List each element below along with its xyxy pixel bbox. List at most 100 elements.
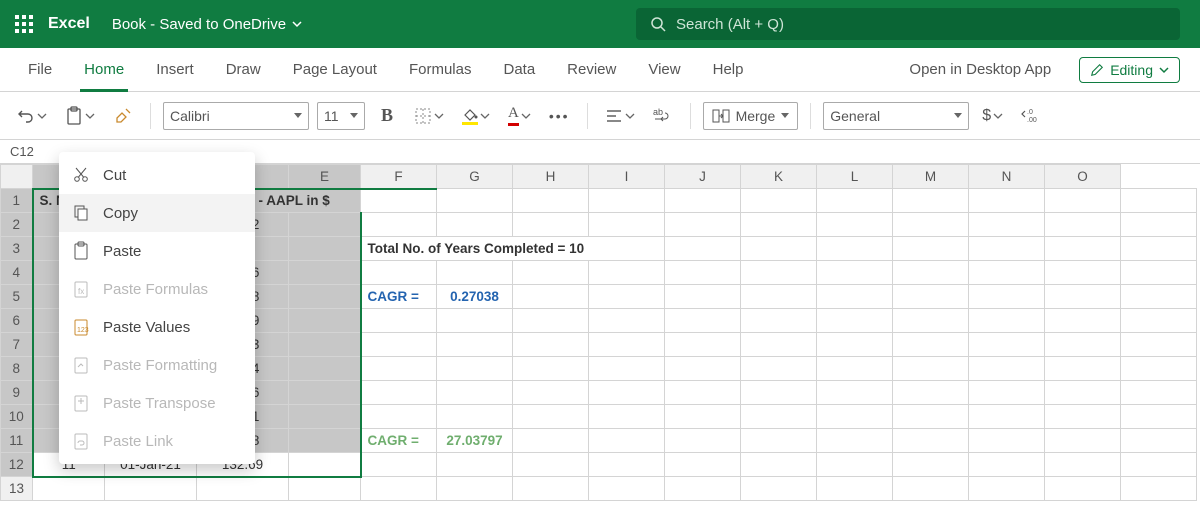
tab-data[interactable]: Data bbox=[487, 48, 551, 92]
format-painter-button[interactable] bbox=[108, 100, 138, 132]
cell[interactable] bbox=[589, 429, 665, 453]
cell[interactable] bbox=[589, 405, 665, 429]
cell[interactable] bbox=[289, 453, 361, 477]
cell[interactable] bbox=[1045, 285, 1121, 309]
cell[interactable] bbox=[741, 357, 817, 381]
open-in-desktop-app[interactable]: Open in Desktop App bbox=[893, 61, 1067, 78]
cell[interactable] bbox=[361, 333, 437, 357]
cell[interactable] bbox=[437, 189, 513, 213]
row-header[interactable]: 2 bbox=[1, 213, 33, 237]
cell[interactable] bbox=[513, 477, 589, 501]
cell[interactable] bbox=[1121, 285, 1197, 309]
cell[interactable] bbox=[289, 381, 361, 405]
cell[interactable] bbox=[437, 453, 513, 477]
cell[interactable] bbox=[589, 213, 665, 237]
tab-home[interactable]: Home bbox=[68, 48, 140, 92]
cell[interactable] bbox=[437, 213, 513, 237]
cell[interactable] bbox=[589, 381, 665, 405]
cell[interactable] bbox=[589, 309, 665, 333]
cell[interactable] bbox=[289, 213, 361, 237]
menu-paste-link[interactable]: Paste Link bbox=[59, 422, 255, 460]
cell[interactable] bbox=[741, 261, 817, 285]
number-format-select[interactable]: General bbox=[823, 102, 969, 130]
cell[interactable] bbox=[289, 429, 361, 453]
col-header[interactable]: J bbox=[665, 165, 741, 189]
select-all[interactable] bbox=[1, 165, 33, 189]
app-launcher[interactable] bbox=[0, 0, 48, 48]
cell[interactable] bbox=[969, 261, 1045, 285]
namebox[interactable]: C12 bbox=[4, 144, 40, 159]
cell[interactable] bbox=[893, 189, 969, 213]
cell[interactable] bbox=[969, 429, 1045, 453]
menu-paste-formatting[interactable]: Paste Formatting bbox=[59, 346, 255, 384]
cell[interactable] bbox=[361, 453, 437, 477]
col-header[interactable]: H bbox=[513, 165, 589, 189]
cell[interactable] bbox=[741, 309, 817, 333]
cell[interactable] bbox=[1045, 213, 1121, 237]
cell[interactable] bbox=[893, 237, 969, 261]
cell[interactable] bbox=[1121, 189, 1197, 213]
cell[interactable] bbox=[665, 309, 741, 333]
tab-file[interactable]: File bbox=[12, 48, 68, 92]
cell[interactable] bbox=[893, 333, 969, 357]
fill-color-button[interactable] bbox=[457, 100, 495, 132]
cell[interactable] bbox=[817, 405, 893, 429]
cell[interactable] bbox=[1045, 357, 1121, 381]
tab-page-layout[interactable]: Page Layout bbox=[277, 48, 393, 92]
cell[interactable] bbox=[969, 309, 1045, 333]
cell[interactable] bbox=[289, 405, 361, 429]
cell[interactable] bbox=[741, 333, 817, 357]
cell[interactable] bbox=[361, 357, 437, 381]
cell[interactable] bbox=[1045, 333, 1121, 357]
search-input[interactable] bbox=[676, 16, 1166, 33]
cell[interactable] bbox=[969, 237, 1045, 261]
col-header[interactable]: E bbox=[289, 165, 361, 189]
cell[interactable] bbox=[969, 477, 1045, 501]
tab-view[interactable]: View bbox=[632, 48, 696, 92]
cell[interactable] bbox=[437, 381, 513, 405]
cell[interactable] bbox=[1121, 429, 1197, 453]
bold-button[interactable]: B bbox=[373, 100, 401, 132]
cell[interactable] bbox=[361, 213, 437, 237]
cell[interactable] bbox=[289, 477, 361, 501]
cell[interactable] bbox=[1045, 453, 1121, 477]
cell[interactable] bbox=[817, 213, 893, 237]
cell[interactable] bbox=[437, 405, 513, 429]
cell[interactable] bbox=[665, 429, 741, 453]
cell[interactable]: CAGR = bbox=[361, 285, 437, 309]
cell[interactable]: 0.27038 bbox=[437, 285, 513, 309]
cell[interactable] bbox=[817, 357, 893, 381]
cell[interactable] bbox=[741, 189, 817, 213]
editing-mode-button[interactable]: Editing bbox=[1079, 57, 1180, 83]
cell[interactable] bbox=[1121, 309, 1197, 333]
col-header[interactable]: M bbox=[893, 165, 969, 189]
menu-cut[interactable]: Cut bbox=[59, 156, 255, 194]
cell[interactable] bbox=[437, 477, 513, 501]
cell[interactable] bbox=[665, 405, 741, 429]
cell[interactable] bbox=[893, 285, 969, 309]
cell[interactable] bbox=[817, 453, 893, 477]
cell[interactable] bbox=[893, 357, 969, 381]
row-header[interactable]: 8 bbox=[1, 357, 33, 381]
cell[interactable] bbox=[589, 285, 665, 309]
cell[interactable] bbox=[513, 213, 589, 237]
cell[interactable] bbox=[969, 405, 1045, 429]
cell[interactable] bbox=[1045, 309, 1121, 333]
cell[interactable] bbox=[105, 477, 197, 501]
cell[interactable] bbox=[437, 309, 513, 333]
tab-review[interactable]: Review bbox=[551, 48, 632, 92]
tab-insert[interactable]: Insert bbox=[140, 48, 210, 92]
cell[interactable] bbox=[741, 237, 817, 261]
cell[interactable] bbox=[741, 381, 817, 405]
cell[interactable] bbox=[513, 429, 589, 453]
cell[interactable] bbox=[289, 309, 361, 333]
cell[interactable] bbox=[289, 237, 361, 261]
cell[interactable] bbox=[969, 333, 1045, 357]
cell[interactable] bbox=[741, 405, 817, 429]
row-header[interactable]: 11 bbox=[1, 429, 33, 453]
cell[interactable]: Total No. of Years Completed = 10 bbox=[361, 237, 665, 261]
cell[interactable] bbox=[817, 309, 893, 333]
cell[interactable] bbox=[817, 381, 893, 405]
row-header[interactable]: 4 bbox=[1, 261, 33, 285]
cell[interactable] bbox=[361, 381, 437, 405]
